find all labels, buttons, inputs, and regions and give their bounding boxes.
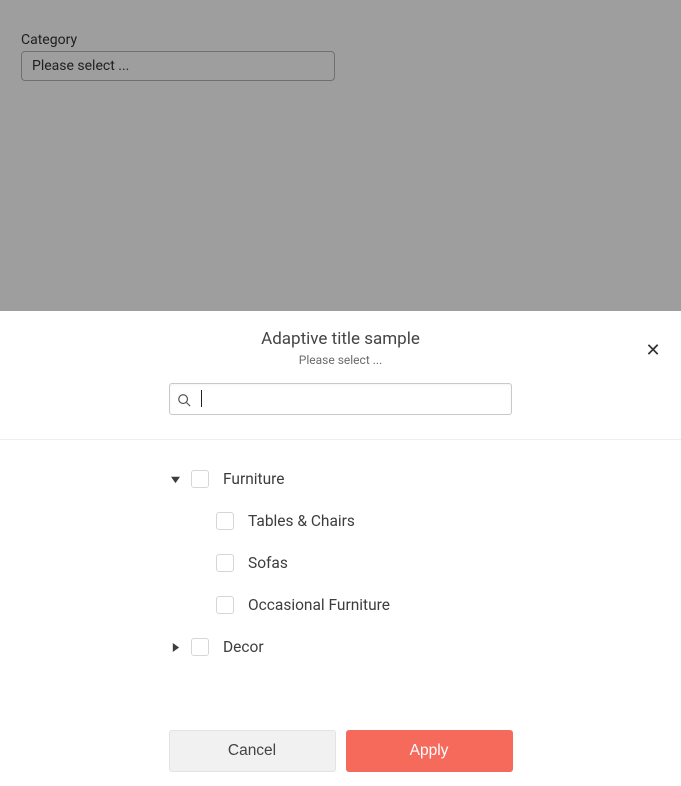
tree-node-child: Sofas <box>169 542 512 584</box>
cancel-button[interactable]: Cancel <box>169 730 336 772</box>
modal-overlay <box>0 0 681 311</box>
picker-sheet: Adaptive title sample Please select ... … <box>0 311 681 786</box>
category-tree: Furniture Tables & Chairs Sofas Occasion… <box>169 458 512 668</box>
close-button[interactable]: ✕ <box>643 341 663 361</box>
page: Category Please select ... Adaptive titl… <box>0 0 681 786</box>
tree-label: Furniture <box>223 470 284 488</box>
tree-label: Occasional Furniture <box>248 596 390 614</box>
text-caret <box>201 390 202 407</box>
checkbox[interactable] <box>191 470 209 488</box>
chevron-right-icon <box>171 643 180 652</box>
search-field[interactable] <box>169 383 512 415</box>
apply-button[interactable]: Apply <box>346 730 513 772</box>
tree-label: Sofas <box>248 554 288 572</box>
close-icon: ✕ <box>645 342 660 360</box>
checkbox[interactable] <box>191 638 209 656</box>
expand-toggle[interactable] <box>169 641 181 653</box>
sheet-header: Adaptive title sample Please select ... … <box>0 311 681 367</box>
checkbox[interactable] <box>216 512 234 530</box>
tree-node-child: Tables & Chairs <box>169 500 512 542</box>
chevron-down-icon <box>171 475 180 484</box>
tree-label: Tables & Chairs <box>248 512 355 530</box>
divider <box>0 439 681 440</box>
tree-node-decor: Decor <box>169 626 512 668</box>
sheet-title: Adaptive title sample <box>0 329 681 349</box>
checkbox[interactable] <box>216 554 234 572</box>
sheet-footer: Cancel Apply <box>0 730 681 772</box>
expand-toggle[interactable] <box>169 473 181 485</box>
tree-node-child: Occasional Furniture <box>169 584 512 626</box>
tree-node-furniture: Furniture <box>169 458 512 500</box>
search-input[interactable] <box>169 383 512 415</box>
sheet-subtitle: Please select ... <box>0 353 681 367</box>
search-icon <box>177 392 191 406</box>
tree-label: Decor <box>223 638 264 656</box>
checkbox[interactable] <box>216 596 234 614</box>
